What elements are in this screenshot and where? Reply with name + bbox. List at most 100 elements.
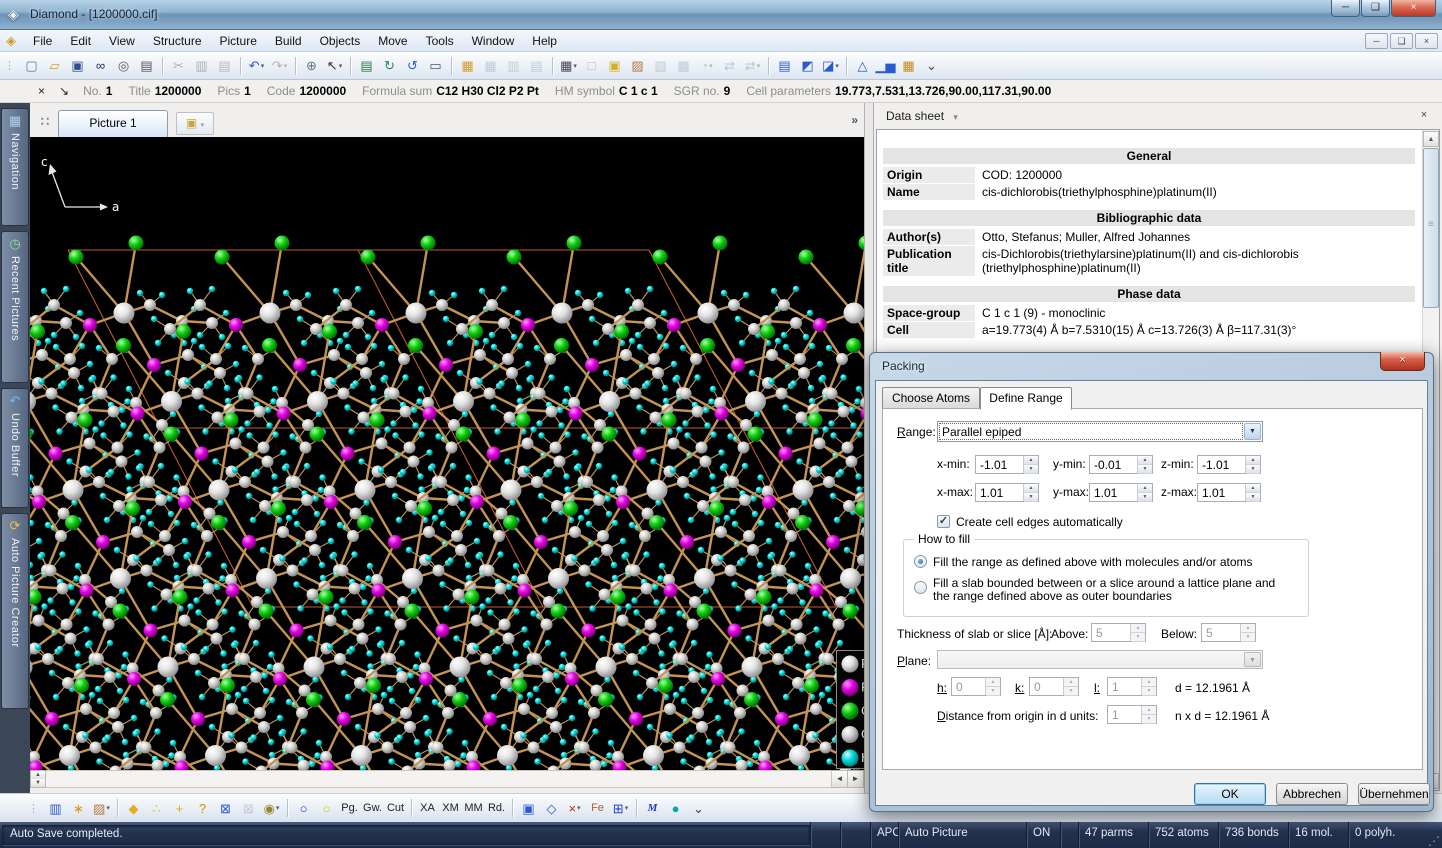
spin-up-icon[interactable]: ▲ xyxy=(31,771,45,779)
select-icon[interactable]: ↖ ▾ xyxy=(324,55,345,76)
angle-chart-icon[interactable]: △ xyxy=(852,55,873,76)
picture-rotate-icon[interactable]: ↺ xyxy=(402,55,423,76)
maximize-button[interactable]: ❑ xyxy=(1361,0,1390,17)
bottombar-overflow-icon[interactable]: ⌄ xyxy=(688,798,709,819)
packing-pg-button[interactable]: Pg. xyxy=(339,798,360,819)
undo-icon[interactable]: ↶ ▾ xyxy=(246,55,267,76)
crystal-structure-view[interactable]: acPtPClCH xyxy=(0,137,1065,848)
tile-windows-button[interactable]: ∷ xyxy=(34,113,56,133)
menu-view[interactable]: View xyxy=(100,31,144,51)
open-icon[interactable]: ▱ xyxy=(44,55,65,76)
menu-file[interactable]: File xyxy=(24,31,61,51)
label-xm-button[interactable]: XM xyxy=(440,798,461,819)
create-cell-edges-checkbox[interactable]: ✓ xyxy=(937,515,950,528)
z-min-spinner-up-icon[interactable]: ▲ xyxy=(1246,456,1260,465)
dialog-close-button[interactable]: × xyxy=(1380,352,1425,371)
combo-arrow-icon[interactable]: ▼ xyxy=(1244,423,1261,440)
growth-gw-button[interactable]: Gw. xyxy=(362,798,383,819)
z-min-spinner[interactable]: -1.01 ▲ ▼ xyxy=(1197,455,1261,474)
scroll-right-button[interactable]: ► xyxy=(848,770,864,788)
tab-picture-1[interactable]: Picture 1 xyxy=(58,110,168,137)
canvas-zoom-spinner[interactable]: ▲ ▼ xyxy=(30,770,46,788)
dropdown-arrow-icon[interactable]: ▾ xyxy=(261,62,265,70)
data-table-icon[interactable]: ▦ xyxy=(457,55,478,76)
y-max-spinner-up-icon[interactable]: ▲ xyxy=(1138,484,1152,493)
panel-menu-icon[interactable]: ▾ xyxy=(953,112,958,122)
fill-slab-radio[interactable] xyxy=(914,581,927,594)
z-max-spinner-up-icon[interactable]: ▲ xyxy=(1246,484,1260,493)
y-min-spinner[interactable]: -0.01 ▲ ▼ xyxy=(1089,455,1153,474)
sidebar-tab-navigation[interactable]: ▦ Navigation xyxy=(1,108,29,226)
range-combobox[interactable]: Parallel epiped ▼ xyxy=(937,421,1263,442)
menu-edit[interactable]: Edit xyxy=(61,31,100,51)
menu-move[interactable]: Move xyxy=(369,31,416,51)
add-atom-icon[interactable]: + xyxy=(169,798,190,819)
scroll-up-icon[interactable]: ▲ xyxy=(1423,131,1439,147)
toolbar-overflow-icon[interactable]: ⌄ xyxy=(921,55,942,76)
z-max-spinner[interactable]: 1.01 ▲ ▼ xyxy=(1197,483,1261,502)
x-min-spinner-up-icon[interactable]: ▲ xyxy=(1024,456,1038,465)
dotted-atom-icon[interactable]: ◉ ▾ xyxy=(261,798,282,819)
x-max-spinner[interactable]: 1.01 ▲ ▼ xyxy=(975,483,1039,502)
spin-down-icon[interactable]: ▼ xyxy=(31,779,45,787)
close-button[interactable]: × xyxy=(1391,0,1436,17)
properties-icon[interactable]: ▥ xyxy=(45,798,66,819)
x-max-spinner-up-icon[interactable]: ▲ xyxy=(1024,484,1038,493)
build-wand-icon[interactable]: ∗ xyxy=(68,798,89,819)
sidebar-tab-undo-buffer[interactable]: ↶ Undo Buffer xyxy=(1,388,29,508)
mdi-restore-button[interactable]: ❏ xyxy=(1390,33,1413,49)
contrast-view-icon[interactable]: ◩ xyxy=(797,55,818,76)
mdi-minimize-button[interactable]: ─ xyxy=(1365,33,1388,49)
minimize-button[interactable]: ─ xyxy=(1331,0,1360,17)
goto-icon[interactable]: ↘ xyxy=(59,84,69,98)
dropdown-arrow-icon[interactable]: ▾ xyxy=(709,62,713,70)
dropdown-arrow-icon[interactable]: ▾ xyxy=(835,62,839,70)
y-min-spinner-up-icon[interactable]: ▲ xyxy=(1138,456,1152,465)
cut-tool-button[interactable]: Cut xyxy=(385,798,406,819)
dropdown-arrow-icon[interactable]: ▾ xyxy=(276,804,280,812)
sidebar-tab-auto-picture-creator[interactable]: ⟳ Auto Picture Creator xyxy=(1,513,29,709)
tab-define-range[interactable]: Define Range xyxy=(980,387,1072,410)
hexagon-yellow-icon[interactable]: ○ xyxy=(316,798,337,819)
y-min-spinner-down-icon[interactable]: ▼ xyxy=(1138,465,1152,474)
dropdown-arrow-icon[interactable]: ▾ xyxy=(339,62,343,70)
mdi-close-button[interactable]: × xyxy=(1415,33,1438,49)
render-sphere-icon[interactable]: ● xyxy=(665,798,686,819)
pan-view-icon[interactable]: ⊞ ▾ xyxy=(610,798,631,819)
clear-icon[interactable]: × xyxy=(38,84,45,98)
colored-table-icon[interactable]: ▦ xyxy=(898,55,919,76)
menu-window[interactable]: Window xyxy=(463,31,524,51)
dropdown-arrow-icon[interactable]: ▾ xyxy=(106,804,110,812)
save-icon[interactable]: ▣ xyxy=(67,55,88,76)
z-min-spinner-down-icon[interactable]: ▼ xyxy=(1246,465,1260,474)
dropdown-arrow-icon[interactable]: ▾ xyxy=(284,62,288,70)
find-icon[interactable]: ∞ xyxy=(90,55,111,76)
menu-build[interactable]: Build xyxy=(266,31,311,51)
y-max-spinner-down-icon[interactable]: ▼ xyxy=(1138,493,1152,502)
doc-lines-icon[interactable]: ▤ xyxy=(774,55,795,76)
delete-measure-icon[interactable]: × ▾ xyxy=(564,798,585,819)
atoms-icon[interactable]: ∴ xyxy=(146,798,167,819)
bar-chart-icon[interactable]: ▁▅ xyxy=(875,55,896,76)
menu-help[interactable]: Help xyxy=(523,31,566,51)
x-min-spinner[interactable]: -1.01 ▲ ▼ xyxy=(975,455,1039,474)
picture-wand-icon[interactable]: ▨ ▾ xyxy=(91,798,112,819)
dropdown-arrow-icon[interactable]: ▾ xyxy=(625,804,629,812)
pan-icon[interactable]: ⊕ xyxy=(301,55,322,76)
x-max-spinner-down-icon[interactable]: ▼ xyxy=(1024,493,1038,502)
dropdown-arrow-icon[interactable]: ▾ xyxy=(573,62,577,70)
menu-structure[interactable]: Structure xyxy=(144,31,211,51)
grid-view-icon[interactable]: ▦ ▾ xyxy=(558,55,579,76)
polyhedra-icon[interactable]: ◆ xyxy=(123,798,144,819)
connectivity-icon[interactable]: ⊠ xyxy=(215,798,236,819)
tab-overflow-chevron[interactable]: » xyxy=(851,113,858,127)
cell-box-icon[interactable]: ▣ xyxy=(518,798,539,819)
picture-copy-icon[interactable]: ▨ xyxy=(627,55,648,76)
orient-tool-icon[interactable]: ◇ xyxy=(541,798,562,819)
scrollbar-thumb[interactable] xyxy=(1423,148,1439,308)
atom-query-icon[interactable]: ? xyxy=(192,798,213,819)
print-preview-icon[interactable]: ◎ xyxy=(113,55,134,76)
new-picture-button[interactable]: ▣ ▾ xyxy=(176,112,214,135)
m-tool-button[interactable]: M xyxy=(642,798,663,819)
new-picture-icon[interactable]: ▣ xyxy=(604,55,625,76)
